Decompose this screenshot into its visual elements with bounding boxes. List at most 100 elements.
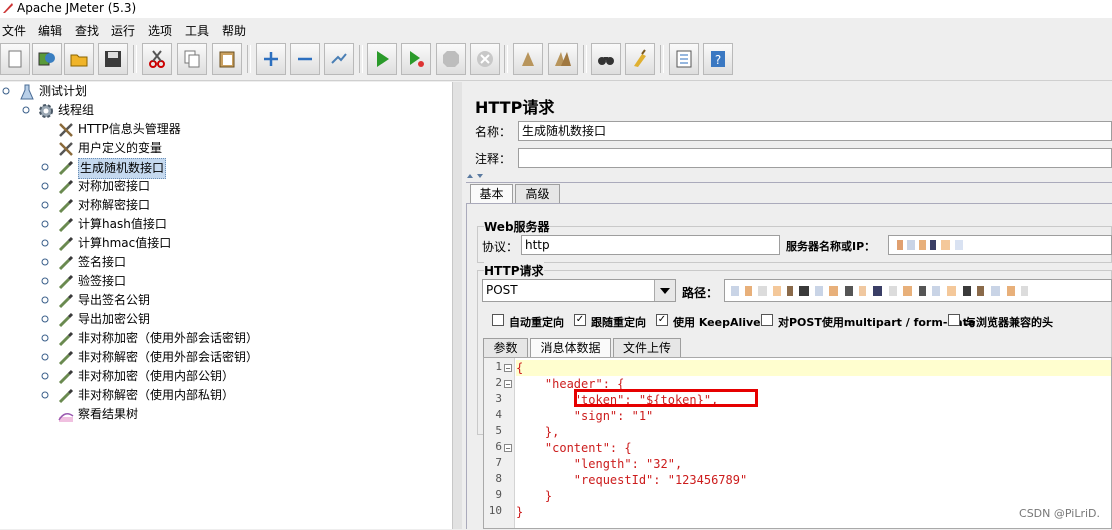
- tree-expand-handle-icon[interactable]: [41, 220, 49, 228]
- tab-body-data[interactable]: 消息体数据: [530, 338, 611, 357]
- templates-button[interactable]: [32, 43, 62, 75]
- toolbar: ?: [0, 40, 1112, 81]
- tree-expand-handle-icon[interactable]: [41, 353, 49, 361]
- tree-expand-handle-icon[interactable]: [41, 334, 49, 342]
- menu-options[interactable]: 选项: [148, 22, 172, 39]
- tree-expand-handle-icon[interactable]: [41, 182, 49, 190]
- open-button[interactable]: [64, 43, 94, 75]
- name-field[interactable]: 生成随机数接口: [518, 121, 1112, 141]
- tree-expand-handle-icon[interactable]: [41, 163, 49, 171]
- tree-expand-handle-icon[interactable]: [41, 296, 49, 304]
- tree-expand-handle-icon[interactable]: [41, 258, 49, 266]
- save-button[interactable]: [98, 43, 128, 75]
- multipart-checkbox[interactable]: [761, 314, 773, 326]
- tree-expand-handle-icon[interactable]: [41, 239, 49, 247]
- path-label: 路径：: [682, 286, 719, 300]
- tree-node-symmetric-encrypt-api[interactable]: 对称加密接口: [0, 177, 420, 196]
- collapse-button[interactable]: [290, 43, 320, 75]
- tree-node-thread-group[interactable]: 线程组: [0, 101, 300, 120]
- select-arrow[interactable]: [654, 280, 675, 301]
- toggle-button[interactable]: [324, 43, 354, 75]
- stop-button[interactable]: [436, 43, 466, 75]
- tab-parameters[interactable]: 参数: [483, 338, 528, 357]
- keepalive-checkbox[interactable]: ✓: [656, 314, 668, 326]
- tab-file-upload[interactable]: 文件上传: [613, 338, 681, 357]
- follow-redirect-checkbox[interactable]: ✓: [574, 314, 586, 326]
- tree-expand-handle-icon[interactable]: [41, 277, 49, 285]
- reset-search-button[interactable]: [625, 43, 655, 75]
- fold-toggle-icon[interactable]: −: [504, 444, 512, 453]
- line-number: 7: [495, 456, 502, 469]
- copy-button[interactable]: [177, 43, 207, 75]
- pipette-icon: [58, 198, 74, 214]
- tree-node-export-sign-pubkey[interactable]: 导出签名公钥: [0, 291, 420, 310]
- tab-advanced[interactable]: 高级: [515, 184, 560, 203]
- cut-button[interactable]: [142, 43, 172, 75]
- tree-label: 生成随机数接口: [78, 158, 167, 179]
- tab-basic[interactable]: 基本: [470, 184, 513, 203]
- tree-node-hmac-api[interactable]: 计算hmac值接口: [0, 234, 420, 253]
- tree-expand-handle-icon[interactable]: [22, 106, 30, 114]
- tree-node-http-header-manager[interactable]: HTTP信息头管理器: [0, 120, 420, 139]
- method-value: POST: [486, 283, 518, 297]
- tree-node-user-defined-variables[interactable]: 用户定义的变量: [0, 139, 420, 158]
- tree-node-export-encrypt-pubkey[interactable]: 导出加密公钥: [0, 310, 420, 329]
- menu-file[interactable]: 文件: [2, 22, 26, 39]
- tree-node-asym-encrypt-internal[interactable]: 非对称加密（使用内部公钥）: [0, 367, 420, 386]
- test-plan-tree[interactable]: 测试计划 线程组 HTTP信息头管理器 用户定义的变量 生成随机数接口 对称加密接口对…: [0, 82, 452, 529]
- search-button[interactable]: [591, 43, 621, 75]
- tree-expand-handle-icon[interactable]: [41, 391, 49, 399]
- protocol-field[interactable]: http: [521, 235, 780, 255]
- shutdown-button[interactable]: [470, 43, 500, 75]
- clear-button[interactable]: [513, 43, 543, 75]
- paste-button[interactable]: [212, 43, 242, 75]
- menu-search[interactable]: 查找: [75, 22, 99, 39]
- tree-expand-handle-icon[interactable]: [2, 87, 10, 95]
- comment-field[interactable]: [518, 148, 1112, 168]
- expand-button[interactable]: [256, 43, 286, 75]
- menu-help[interactable]: 帮助: [222, 22, 246, 39]
- blurred-text: [745, 286, 752, 296]
- tree-node-asym-encrypt-external[interactable]: 非对称加密（使用外部会话密钥）: [0, 329, 420, 348]
- tree-node-hash-api[interactable]: 计算hash值接口: [0, 215, 420, 234]
- panel-title: HTTP请求: [475, 98, 555, 117]
- start-button[interactable]: [367, 43, 397, 75]
- menu-run[interactable]: 运行: [111, 22, 135, 39]
- clear-all-button[interactable]: [548, 43, 578, 75]
- templates-icon: [38, 52, 55, 66]
- fold-toggle-icon[interactable]: −: [504, 364, 512, 373]
- tree-label: 导出加密公钥: [78, 312, 151, 326]
- tree-node-test-plan[interactable]: 测试计划: [0, 82, 300, 101]
- tree-expand-handle-icon[interactable]: [41, 201, 49, 209]
- tree-node-random-number-api[interactable]: 生成随机数接口: [0, 158, 420, 179]
- cut-icon: [149, 50, 165, 68]
- tree-node-asym-decrypt-external[interactable]: 非对称解密（使用外部会话密钥）: [0, 348, 420, 367]
- browser-headers-checkbox[interactable]: [948, 314, 960, 326]
- path-field[interactable]: [724, 279, 1112, 302]
- multipart-label: 对POST使用multipart / form-data: [778, 316, 976, 329]
- toggle-icon: [331, 53, 347, 64]
- menu-bar: 文件 编辑 查找 运行 选项 工具 帮助: [0, 18, 1112, 40]
- start-no-pause-button[interactable]: [401, 43, 431, 75]
- menu-tools[interactable]: 工具: [185, 22, 209, 39]
- method-select[interactable]: POST: [482, 279, 676, 302]
- new-button[interactable]: [0, 43, 30, 75]
- fold-toggle-icon[interactable]: −: [504, 380, 512, 389]
- pipette-icon: [58, 217, 74, 233]
- flask-icon: [20, 84, 34, 100]
- help-button[interactable]: ?: [703, 43, 733, 75]
- tree-node-view-results-tree[interactable]: 察看结果树: [0, 405, 420, 424]
- tree-node-symmetric-decrypt-api[interactable]: 对称解密接口: [0, 196, 420, 215]
- tree-expand-handle-icon[interactable]: [41, 372, 49, 380]
- function-helper-button[interactable]: [669, 43, 699, 75]
- tree-node-asym-decrypt-internal[interactable]: 非对称解密（使用内部私钥）: [0, 386, 420, 405]
- tree-node-verify-sign-api[interactable]: 验签接口: [0, 272, 420, 291]
- menu-edit[interactable]: 编辑: [38, 22, 62, 39]
- wrench-screwdriver-icon: [59, 142, 73, 156]
- server-name-field[interactable]: [888, 235, 1112, 255]
- tree-node-sign-api[interactable]: 签名接口: [0, 253, 420, 272]
- auto-redirect-checkbox[interactable]: [492, 314, 504, 326]
- tree-expand-handle-icon[interactable]: [41, 315, 49, 323]
- collapse-arrows-icon[interactable]: [466, 172, 486, 180]
- body-data-editor[interactable]: 1−{2− "header": {3 "token": "${token}", 4…: [483, 357, 1112, 529]
